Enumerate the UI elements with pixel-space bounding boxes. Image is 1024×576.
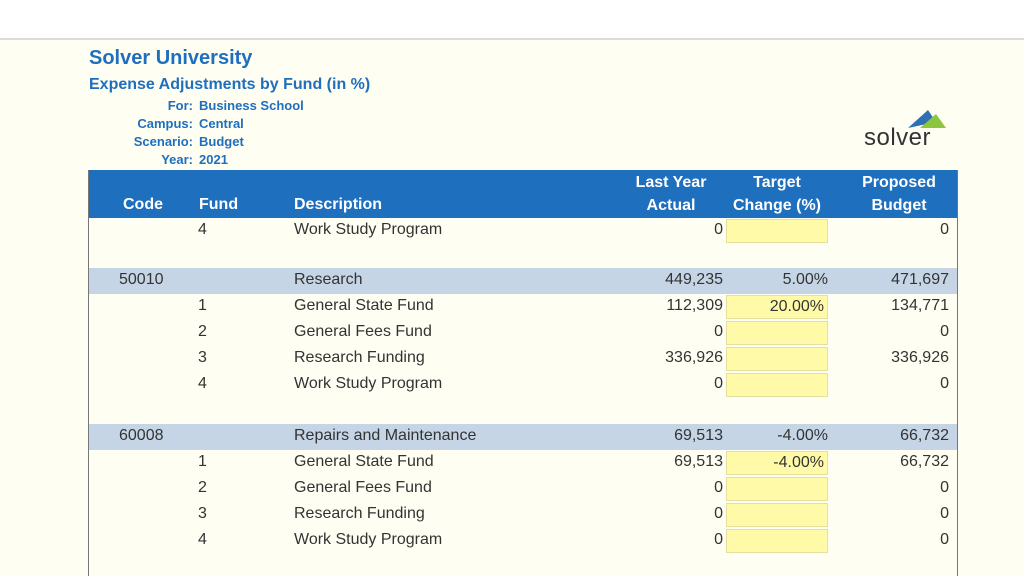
- col-last-year-actual: Last Year Actual: [626, 171, 716, 217]
- cell-last-year: 0: [714, 479, 723, 496]
- cell-last-year: 0: [714, 375, 723, 392]
- filter-label-campus: Campus:: [137, 116, 193, 131]
- cell-target-change: -4.00%: [777, 427, 828, 444]
- cell-proposed-budget: 66,732: [900, 427, 949, 444]
- cell-target-change: 5.00%: [782, 271, 828, 288]
- target-change-input[interactable]: [726, 219, 828, 243]
- cell-description: Work Study Program: [294, 221, 443, 238]
- filter-value-scenario[interactable]: Budget: [199, 133, 304, 151]
- cell-fund: 2: [198, 323, 207, 340]
- cell-proposed-budget: 336,926: [891, 349, 949, 366]
- cell-description: Research Funding: [294, 349, 425, 366]
- cell-proposed-budget: 66,732: [900, 453, 949, 470]
- group-row: 60008 Repairs and Maintenance 69,513 -4.00%…: [89, 424, 957, 450]
- table-row: 2 General Fees Fund 0 0: [89, 320, 957, 346]
- cell-fund: 1: [198, 453, 207, 470]
- cell-last-year: 69,513: [674, 453, 723, 470]
- table-row: 2 General Fees Fund 0 0: [89, 476, 957, 502]
- cell-last-year: 112,309: [666, 297, 723, 314]
- filter-label-scenario: Scenario:: [133, 134, 193, 149]
- col-target-change: Target Change (%): [726, 171, 828, 217]
- target-change-input[interactable]: [726, 477, 828, 501]
- col-description: Description: [294, 196, 383, 213]
- cell-last-year: 0: [714, 221, 723, 238]
- col-proposed-line1: Proposed: [862, 174, 936, 191]
- budget-table: Code Fund Description Last Year Actual T…: [88, 170, 958, 576]
- cell-description: Research: [294, 271, 363, 288]
- window-top-bar: [0, 0, 1024, 38]
- cell-last-year: 0: [714, 323, 723, 340]
- filter-label-year: Year:: [161, 152, 193, 167]
- cell-proposed-budget: 0: [940, 479, 949, 496]
- table-row: 3 Research Funding 336,926 336,926: [89, 346, 957, 372]
- cell-proposed-budget: 0: [940, 221, 949, 238]
- cell-description: Work Study Program: [294, 531, 443, 548]
- cell-fund: 3: [198, 505, 207, 522]
- table-row: 4 Work Study Program 0 0: [89, 372, 957, 398]
- solver-logo: solver: [860, 108, 950, 154]
- cell-description: Repairs and Maintenance: [294, 427, 477, 444]
- cell-proposed-budget: 0: [940, 531, 949, 548]
- cell-fund: 4: [198, 375, 207, 392]
- filter-value-for[interactable]: Business School: [199, 97, 304, 115]
- target-change-input[interactable]: [726, 347, 828, 371]
- cell-fund: 1: [198, 297, 207, 314]
- cell-last-year: 0: [714, 505, 723, 522]
- col-code: Code: [123, 196, 163, 213]
- col-last-year-line1: Last Year: [635, 174, 707, 191]
- cell-proposed-budget: 0: [940, 375, 949, 392]
- cell-proposed-budget: 0: [940, 505, 949, 522]
- cell-last-year: 69,513: [674, 427, 723, 444]
- report-title: Expense Adjustments by Fund (in %): [89, 76, 371, 93]
- filter-value-campus[interactable]: Central: [199, 115, 304, 133]
- col-target-line2: Change (%): [733, 197, 821, 214]
- target-change-input[interactable]: 20.00%: [726, 295, 828, 319]
- table-row: 1 General State Fund 112,309 20.00% 134,771: [89, 294, 957, 320]
- target-change-input[interactable]: -4.00%: [726, 451, 828, 475]
- cell-last-year: 449,235: [665, 271, 723, 288]
- filter-labels: For: Campus: Scenario: Year:: [95, 97, 193, 169]
- cell-code: 60008: [119, 427, 164, 444]
- logo-wordmark: solver: [864, 124, 932, 151]
- target-change-value: -4.00%: [773, 454, 824, 471]
- cell-description: General State Fund: [294, 453, 434, 470]
- cell-fund: 3: [198, 349, 207, 366]
- table-row: 4 Work Study Program 0 0: [89, 528, 957, 554]
- target-change-input[interactable]: [726, 529, 828, 553]
- cell-code: 50010: [119, 271, 164, 288]
- cell-proposed-budget: 471,697: [891, 271, 949, 288]
- cell-description: Research Funding: [294, 505, 425, 522]
- col-proposed-budget: Proposed Budget: [842, 171, 956, 217]
- cell-proposed-budget: 134,771: [891, 297, 949, 314]
- target-change-input[interactable]: [726, 373, 828, 397]
- filter-value-year[interactable]: 2021: [199, 151, 304, 169]
- target-change-input[interactable]: [726, 321, 828, 345]
- org-title: Solver University: [89, 47, 253, 69]
- group-row: 50010 Research 449,235 5.00% 471,697: [89, 268, 957, 294]
- report-header: Solver University Expense Adjustments by…: [89, 45, 370, 97]
- cell-description: General Fees Fund: [294, 323, 432, 340]
- table-row: 3 Research Funding 0 0: [89, 502, 957, 528]
- cell-last-year: 0: [714, 531, 723, 548]
- cell-fund: 2: [198, 479, 207, 496]
- filter-label-for: For:: [167, 98, 193, 113]
- cell-fund: 4: [198, 221, 207, 238]
- filter-values: Business School Central Budget 2021: [199, 97, 304, 169]
- col-fund: Fund: [199, 196, 239, 213]
- target-change-value: 20.00%: [769, 298, 824, 315]
- cell-last-year: 336,926: [665, 349, 723, 366]
- col-target-line1: Target: [753, 174, 801, 191]
- cell-proposed-budget: 0: [940, 323, 949, 340]
- col-last-year-line2: Actual: [646, 197, 696, 214]
- cell-description: General Fees Fund: [294, 479, 432, 496]
- table-row: 4 Work Study Program 0 0: [89, 218, 957, 244]
- target-change-input[interactable]: [726, 503, 828, 527]
- cell-description: Work Study Program: [294, 375, 443, 392]
- cell-fund: 4: [198, 531, 207, 548]
- table-header: Code Fund Description Last Year Actual T…: [89, 170, 957, 218]
- col-proposed-line2: Budget: [871, 197, 927, 214]
- table-row: 1 General State Fund 69,513 -4.00% 66,732: [89, 450, 957, 476]
- cell-description: General State Fund: [294, 297, 434, 314]
